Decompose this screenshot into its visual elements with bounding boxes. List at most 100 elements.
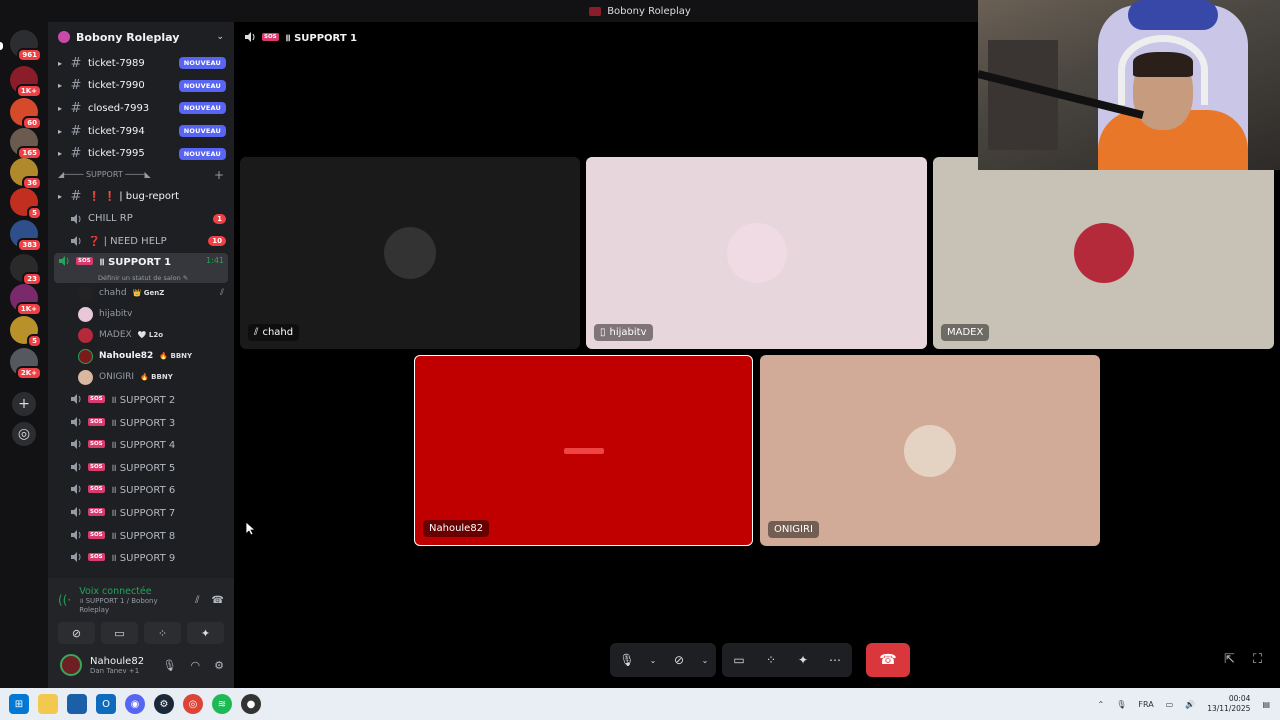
hang-up-button[interactable]: ☎ (866, 643, 910, 677)
participant-avatar (904, 424, 956, 477)
discover-compass-icon[interactable]: ◎ (12, 422, 36, 446)
notification-icon[interactable]: ▤ (1262, 700, 1270, 709)
voice-channel[interactable]: SOS ॥ SUPPORT 9 (48, 546, 234, 569)
file-explorer-icon[interactable] (38, 694, 58, 714)
voice-channel[interactable]: SOS ॥ SUPPORT 2 (48, 388, 234, 411)
voice-channel[interactable]: SOS ॥ SUPPORT 7 (48, 501, 234, 524)
signal-icon[interactable]: ((· (58, 593, 71, 607)
member-count-badge: 1 (213, 213, 226, 224)
server-icon-server-3[interactable]: 165 (10, 128, 42, 160)
fullscreen-icon[interactable]: ⛶ (1253, 652, 1262, 667)
screen-share-button[interactable]: ▭ (101, 622, 138, 644)
disconnect-icon[interactable]: ☎ (212, 595, 224, 606)
hash-icon: # (70, 78, 82, 94)
server-icon-server-1[interactable]: 1K+ (10, 66, 42, 98)
avatar[interactable] (60, 654, 82, 676)
unread-arrow-icon: ▸ (58, 149, 63, 159)
voice-channel[interactable]: ❓ | NEED HELP 10 (48, 230, 234, 253)
chevron-down-icon[interactable]: ⌄ (700, 649, 710, 671)
voice-member[interactable]: MADEX 🤍 L2o (48, 325, 234, 346)
voice-channel[interactable]: SOS ॥ SUPPORT 8 (48, 523, 234, 546)
channel-ticket-7989[interactable]: ▸ # ticket-7989 NOUVEAU (48, 52, 234, 75)
activities-icon[interactable]: ⁘ (760, 649, 782, 671)
avatar (78, 369, 93, 385)
microphone-icon[interactable]: 🎙 (616, 649, 638, 671)
volume-icon[interactable]: 🔊 (1185, 700, 1195, 709)
language-indicator[interactable]: FRA (1138, 700, 1153, 709)
microphone-icon[interactable]: 🎙 (1116, 700, 1126, 709)
voice-member[interactable]: ONIGIRI 🔥 BBNY (48, 367, 234, 388)
server-icon-server-5[interactable]: 5 (10, 188, 42, 220)
voice-member[interactable]: chahd 👑 GenZ ⫽ (48, 283, 234, 304)
activities-button[interactable]: ⁘ (144, 622, 181, 644)
soundboard-button[interactable]: ✦ (187, 622, 224, 644)
channel-ticket-7995[interactable]: ▸ # ticket-7995 NOUVEAU (48, 142, 234, 165)
speaker-icon (71, 461, 81, 472)
voice-channel[interactable]: CHILL RP 1 (48, 208, 234, 231)
voice-channel[interactable]: SOS ॥ SUPPORT 3 (48, 410, 234, 433)
participant-name: hijabitv (609, 327, 647, 338)
channel-name: ॥ SUPPORT 9 (110, 553, 176, 565)
camera-off-icon[interactable]: ⊘ (668, 649, 690, 671)
channel-ticket-7994[interactable]: ▸ # ticket-7994 NOUVEAU (48, 120, 234, 143)
voice-channel-support-1[interactable]: SOS ॥ SUPPORT 1 1:41 Définir un statut d… (54, 252, 228, 283)
obs-icon[interactable]: ● (241, 694, 261, 714)
voice-status: Voix connectée (79, 586, 152, 597)
network-icon[interactable]: ▭ (1166, 700, 1174, 709)
video-tile[interactable]: MADEX (933, 157, 1274, 349)
channel-ticket-7990[interactable]: ▸ # ticket-7990 NOUVEAU (48, 75, 234, 98)
channel-closed-7993[interactable]: ▸ # closed-7993 NOUVEAU (48, 97, 234, 120)
video-tile-speaking[interactable]: Nahoule82 (414, 355, 753, 546)
server-icon-server-6[interactable]: 383 (10, 220, 42, 252)
steam-icon[interactable]: ⚙ (154, 694, 174, 714)
voice-channel[interactable]: SOS ॥ SUPPORT 6 (48, 478, 234, 501)
spotify-icon[interactable]: ≋ (212, 694, 232, 714)
noise-suppression-icon[interactable]: ⫽ (195, 595, 199, 606)
server-icon-server-9[interactable]: 5 (10, 316, 42, 348)
discord-icon[interactable]: ◉ (125, 694, 145, 714)
server-icon-server-8[interactable]: 1K+ (10, 284, 42, 316)
clock[interactable]: 00:04 13/11/2025 (1207, 694, 1250, 714)
channel-bug-report[interactable]: ▸ # ❗ ❗ | bug-report (48, 185, 234, 208)
settings-gear-icon[interactable]: ⚙ (214, 659, 224, 672)
more-options-icon[interactable]: ⋯ (824, 649, 846, 671)
category-support[interactable]: ◢──── SUPPORT ────◣ + (48, 165, 234, 185)
hash-icon: # (70, 188, 82, 204)
share-group: ▭ ⁘ ✦ ⋯ (722, 643, 852, 677)
channel-name: ticket-7990 (88, 80, 145, 92)
microphone-icon[interactable]: 🎙 (163, 659, 177, 672)
store-icon[interactable] (67, 694, 87, 714)
add-channel-icon[interactable]: + (214, 168, 224, 182)
voice-member[interactable]: Nahoule82 🔥 BBNY (48, 346, 234, 367)
server-icon-discord-home[interactable]: 961 (10, 30, 42, 62)
popout-icon[interactable]: ⇱ (1224, 652, 1235, 667)
server-icon-server-2[interactable]: 60 (10, 98, 42, 130)
participant-avatar (384, 227, 436, 279)
windows-start-icon[interactable]: ⊞ (9, 694, 29, 714)
voice-channel[interactable]: SOS ॥ SUPPORT 5 (48, 456, 234, 479)
voice-member[interactable]: hijabitv (48, 304, 234, 325)
headphones-icon[interactable]: ◠ (191, 659, 201, 672)
add-server-button[interactable]: + (12, 392, 36, 416)
video-tile[interactable]: ONIGIRI (760, 355, 1100, 546)
user-name: Nahoule82 (90, 655, 145, 667)
outlook-icon[interactable]: O (96, 694, 116, 714)
server-icon-server-7[interactable]: 23 (10, 254, 42, 286)
chevron-down-icon[interactable]: ⌄ (648, 649, 658, 671)
voice-channel[interactable]: SOS ॥ SUPPORT 4 (48, 433, 234, 456)
channel-name: ❓ | NEED HELP (88, 235, 167, 247)
chrome-icon[interactable]: ◎ (183, 694, 203, 714)
chevron-up-icon[interactable]: ⌃ (1098, 700, 1105, 709)
sos-icon: SOS (88, 417, 105, 426)
camera-off-button[interactable]: ⊘ (58, 622, 95, 644)
channel-status-prompt[interactable]: Définir un statut de salon ✎ (58, 274, 188, 282)
screen-share-icon[interactable]: ▭ (728, 649, 750, 671)
voice-location[interactable]: ॥ SUPPORT 1 / Bobony Roleplay (79, 597, 187, 614)
server-icon-server-4[interactable]: 36 (10, 158, 42, 190)
video-tile[interactable]: ⫽ chahd (240, 157, 580, 349)
server-icon-server-10[interactable]: 2K+ (10, 348, 42, 380)
guild-header[interactable]: Bobony Roleplay ⌄ (48, 22, 234, 52)
soundboard-icon[interactable]: ✦ (792, 649, 814, 671)
video-tile[interactable]: ▯ hijabitv (586, 157, 927, 349)
avatar (78, 327, 93, 343)
